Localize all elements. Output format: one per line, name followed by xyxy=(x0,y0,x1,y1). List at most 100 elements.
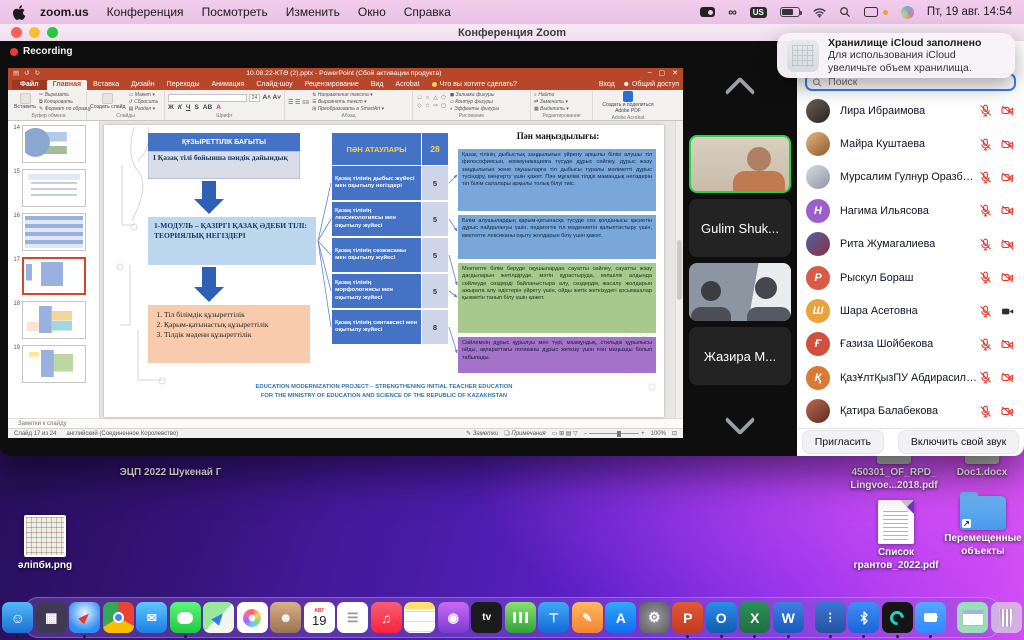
smartart-button[interactable]: ⊞ Преобразовать в SmartArt ▾ xyxy=(312,106,384,112)
app-store-dock-icon[interactable]: A xyxy=(605,602,636,633)
mail-dock-icon[interactable]: ✉ xyxy=(136,602,167,633)
select-button[interactable]: ▦ Выделить ▾ xyxy=(534,106,569,112)
contacts-dock-icon[interactable]: ☻ xyxy=(270,602,301,633)
slide-thumbnail-18[interactable]: 18 xyxy=(10,301,95,339)
menu-view[interactable]: Посмотреть xyxy=(202,5,268,19)
undo-icon[interactable]: ↺ xyxy=(24,69,29,77)
ppt-restore-button[interactable]: ▢ xyxy=(659,69,666,77)
slide-thumbnail-17-selected[interactable]: 17 xyxy=(10,257,95,295)
ppt-minimize-button[interactable]: – xyxy=(648,69,652,77)
tell-me-box[interactable]: Что вы хотите сделать? xyxy=(432,81,517,90)
powerpoint-titlebar[interactable]: ▤ ↺ ↻ 10.08.22-КТӘ (2).pptx - PowerPoint… xyxy=(8,68,683,78)
copy-button[interactable]: ⧉ Копировать xyxy=(39,99,92,105)
tab-design[interactable]: Дизайн xyxy=(125,80,161,90)
sign-in-button[interactable]: Вход xyxy=(599,81,615,88)
outlook-dock-icon[interactable]: O xyxy=(706,602,737,633)
music-dock-icon[interactable]: ♫ xyxy=(371,602,402,633)
participant-row[interactable]: Ш Шара Асетовна xyxy=(797,294,1024,327)
participant-row[interactable]: Мурсалим Гулнур Оразбек... xyxy=(797,161,1024,194)
paste-button[interactable]: Вставить xyxy=(14,93,36,111)
siri-icon[interactable] xyxy=(901,6,914,19)
notes-dock-icon[interactable] xyxy=(404,602,435,633)
calendar-dock-icon[interactable]: АВГ19 xyxy=(304,602,335,633)
reset-button[interactable]: ↺ Сбросить xyxy=(129,99,159,105)
podcasts-dock-icon[interactable]: ◉ xyxy=(438,602,469,633)
participant-row[interactable]: Лира Ибраимова xyxy=(797,94,1024,127)
participant-video-tile[interactable] xyxy=(689,263,791,321)
participant-row[interactable]: Қ ҚазҰлтҚызПУ Абдирасило... xyxy=(797,361,1024,394)
bold-button[interactable]: Ж xyxy=(168,104,174,111)
list-buttons[interactable]: ☰ ☰ ≡≡ xyxy=(288,99,309,106)
trash-dock-icon[interactable] xyxy=(991,602,1022,633)
minimized-window-dock-icon[interactable] xyxy=(957,602,988,633)
language-indicator[interactable]: английский (Соединенное Королевство) xyxy=(66,431,178,437)
participant-tile-gulim[interactable]: Gulim Shuk... xyxy=(689,199,791,257)
tab-insert[interactable]: Вставка xyxy=(87,80,125,90)
active-app-name[interactable]: zoom.us xyxy=(40,5,89,19)
keynote-dock-icon[interactable]: ⊤ xyxy=(538,602,569,633)
active-speaker-video[interactable] xyxy=(689,135,791,193)
spotlight-icon[interactable] xyxy=(839,6,851,18)
shadow-button[interactable]: S xyxy=(194,104,198,111)
webex-dock-icon[interactable] xyxy=(882,602,913,633)
apple-menu-icon[interactable] xyxy=(12,5,26,20)
launchpad-dock-icon[interactable]: ▦ xyxy=(36,602,67,633)
tab-home[interactable]: Главная xyxy=(47,80,87,90)
apple-tv-dock-icon[interactable]: tv xyxy=(471,602,502,633)
slide-thumbnail-panel[interactable]: 14 15 16 17 18 19 xyxy=(8,121,100,418)
tab-animations[interactable]: Анимация xyxy=(206,80,251,90)
wifi-icon[interactable] xyxy=(813,6,826,19)
display-icon[interactable] xyxy=(864,7,878,17)
tab-slideshow[interactable]: Слайд-шоу xyxy=(250,80,298,90)
finder-dock-icon[interactable]: ☺ xyxy=(2,602,33,633)
tab-file[interactable]: Файл xyxy=(12,80,47,90)
shape-fill-button[interactable]: ◼ Заливка фигуры xyxy=(450,92,499,98)
fullscreen-window-button[interactable] xyxy=(47,27,58,38)
scroll-up-chevron-icon[interactable] xyxy=(724,76,755,107)
menu-help[interactable]: Справка xyxy=(404,5,451,19)
keyboard-layout-badge[interactable]: US xyxy=(750,7,767,18)
tab-review[interactable]: Рецензирование xyxy=(299,80,365,90)
icloud-notification[interactable]: Хранилище iCloud заполнено Для использов… xyxy=(777,33,1015,78)
participant-row[interactable]: Ғ Ғазиза Шойбекова xyxy=(797,328,1024,361)
messages-dock-icon[interactable] xyxy=(170,602,201,633)
grow-shrink-font[interactable]: A˄ A˅ xyxy=(262,94,281,102)
excel-dock-icon[interactable]: X xyxy=(739,602,770,633)
glasses-icon[interactable]: ∞ xyxy=(728,5,737,19)
reminders-dock-icon[interactable]: ☰ xyxy=(337,602,368,633)
align-text-button[interactable]: ☰ Выровнять текст ▾ xyxy=(312,99,384,105)
find-button[interactable]: ⌕ Найти xyxy=(534,92,569,98)
menubar-clock[interactable]: Пт, 19 авг. 14:54 xyxy=(927,6,1012,18)
notes-toggle[interactable]: ✎ Заметки xyxy=(466,430,498,437)
tab-view[interactable]: Вид xyxy=(365,80,390,90)
close-window-button[interactable] xyxy=(11,27,22,38)
bluetooth-dock-icon[interactable] xyxy=(848,602,879,633)
battery-icon[interactable] xyxy=(780,7,800,17)
zoom-percent[interactable]: 100% xyxy=(651,431,666,437)
invite-button[interactable]: Пригласить xyxy=(802,430,884,454)
format-painter-button[interactable]: ✎ Формат по образцу xyxy=(39,106,92,112)
desktop-item-ecp-folder[interactable]: ЭЦП 2022 Шукенай Г xyxy=(118,464,223,480)
menu-edit[interactable]: Изменить xyxy=(286,5,340,19)
font-size-box[interactable]: 24 xyxy=(249,94,261,102)
numbers-dock-icon[interactable] xyxy=(505,602,536,633)
new-slide-button[interactable]: Создать слайд xyxy=(90,93,126,111)
text-direction-button[interactable]: ⇅ Направление текста ▾ xyxy=(312,92,384,98)
redo-icon[interactable]: ↻ xyxy=(35,69,40,77)
char-spacing-button[interactable]: АВ xyxy=(203,104,212,111)
replace-button[interactable]: ⇄ Заменить ▾ xyxy=(534,99,569,105)
comments-toggle[interactable]: ❏ Примечания xyxy=(504,430,545,437)
safari-dock-icon[interactable] xyxy=(69,602,100,633)
participant-row[interactable]: Р Рыскул Бораш xyxy=(797,261,1024,294)
menu-window[interactable]: Окно xyxy=(358,5,386,19)
desktop-item-grants-pdf[interactable]: Список грантов_2022.pdf xyxy=(846,500,946,572)
section-button[interactable]: ▤ Раздел ▾ xyxy=(129,106,159,112)
participant-row[interactable]: Н Нагима Ильясова xyxy=(797,194,1024,227)
participant-tile-zhazira[interactable]: Жазира М... xyxy=(689,327,791,385)
unarchiver-dock-icon[interactable]: ⋮ xyxy=(815,602,846,633)
tab-acrobat[interactable]: Acrobat xyxy=(389,80,425,90)
desktop-item-doc1[interactable]: Doc1.docx xyxy=(944,456,1020,480)
maps-dock-icon[interactable] xyxy=(203,602,234,633)
shape-effects-button[interactable]: ◐ Эффекты фигуры xyxy=(450,106,499,112)
video-status-icon[interactable] xyxy=(700,7,715,17)
